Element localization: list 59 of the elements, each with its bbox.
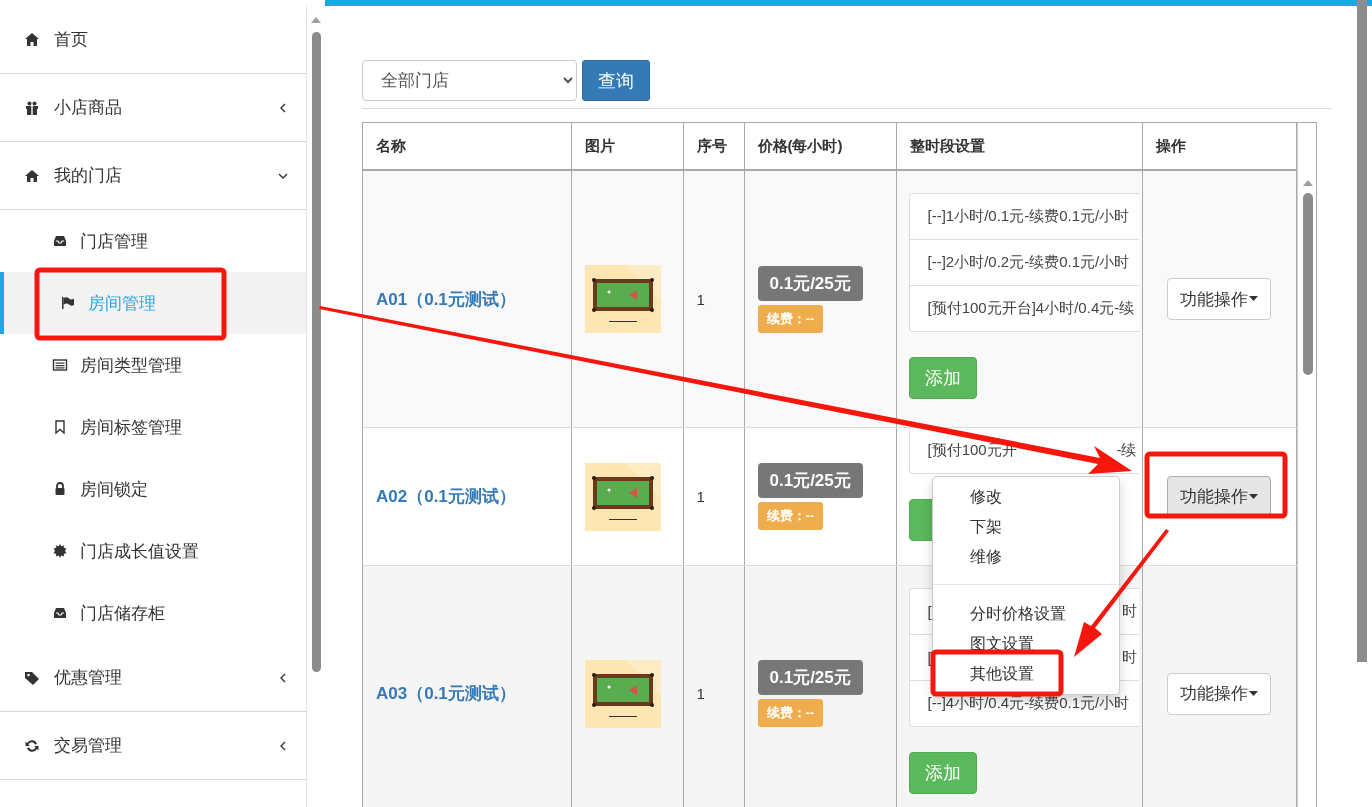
scroll-up-icon[interactable]: [310, 16, 322, 24]
sidebar-subitem[interactable]: 门店成长值设置: [0, 520, 306, 582]
sidebar-subitem[interactable]: 门店储存柜: [0, 582, 306, 644]
sidebar-item[interactable]: 小店商品: [0, 74, 306, 142]
time-slot-item: [--]2小时/0.2元-续费0.1元/小时: [927, 253, 1130, 272]
time-slot-item: [--]1小时/0.1元-续费0.1元/小时: [927, 207, 1130, 226]
inbox-icon: [52, 605, 68, 621]
renewal-label: 续费：--: [757, 699, 824, 728]
room-name-link[interactable]: A02（0.1元测试）: [376, 487, 516, 506]
sequence-number: 1: [696, 290, 705, 308]
scrollbar-thumb[interactable]: [311, 32, 321, 672]
sidebar-subitem[interactable]: 房间类型管理: [0, 334, 306, 396]
list-icon: [52, 357, 68, 373]
caret-icon: [1249, 296, 1258, 303]
refresh-icon: [24, 737, 40, 754]
time-slot-item: -续: [1116, 441, 1138, 461]
scrollbar-thumb[interactable]: [1302, 193, 1313, 375]
page-scrollbar[interactable]: [1357, 0, 1367, 662]
menu-item[interactable]: 分时价格设置: [932, 599, 1119, 630]
time-slot-item: [: [927, 602, 932, 620]
home-icon: [24, 167, 40, 184]
sidebar-subitem[interactable]: 房间锁定: [0, 458, 306, 520]
time-slot-item: 时: [1121, 601, 1138, 621]
menu-item[interactable]: 其他设置: [932, 659, 1119, 690]
price-label: 0.1元/25元: [757, 265, 863, 301]
query-button[interactable]: 查询: [582, 60, 650, 101]
time-slot-item: [--]4小时/0.4元-续费0.1元/小时: [927, 693, 1130, 713]
sidebar-item[interactable]: 交易管理: [0, 712, 306, 780]
sidebar-item[interactable]: 优惠管理: [0, 644, 306, 712]
renewal-label: 续费：--: [757, 502, 824, 530]
price-label: 0.1元/25元: [757, 660, 863, 696]
sidebar-item[interactable]: 首页: [0, 6, 306, 74]
bookmark-icon: [52, 419, 68, 435]
scroll-up-icon[interactable]: [1301, 179, 1314, 187]
caret-icon: [1249, 690, 1258, 697]
price-label: 0.1元/25元: [757, 463, 863, 498]
time-slot-item: 时: [1121, 647, 1138, 667]
actions-dropdown-button[interactable]: 功能操作: [1167, 672, 1271, 715]
renewal-label: 续费：--: [757, 304, 824, 333]
sidebar-subitem[interactable]: 门店管理: [0, 210, 306, 272]
tags-icon: [24, 669, 40, 686]
room-name-link[interactable]: A01（0.1元测试）: [376, 289, 516, 309]
sequence-number: 1: [696, 488, 705, 505]
store-select[interactable]: 全部门店: [362, 60, 577, 101]
menu-item[interactable]: 修改: [932, 482, 1119, 513]
menu-item[interactable]: 下架: [932, 512, 1119, 543]
sidebar-item[interactable]: 我的门店: [0, 142, 306, 210]
caret-icon: [1249, 493, 1258, 500]
sidebar-subitem[interactable]: 房间标签管理: [0, 396, 306, 458]
flag-icon: [60, 295, 76, 311]
actions-dropdown-button[interactable]: 功能操作: [1167, 278, 1271, 321]
time-slot-item: [预付100元开台]4小时/0.4元-续: [927, 299, 1135, 318]
menu-item[interactable]: 维修: [932, 542, 1119, 573]
badge-icon: [52, 543, 68, 559]
home-icon: [24, 31, 40, 48]
sequence-number: 1: [696, 685, 705, 703]
room-name-link[interactable]: A03（0.1元测试）: [376, 684, 516, 704]
inbox-icon: [52, 233, 68, 249]
gift-icon: [24, 99, 40, 116]
